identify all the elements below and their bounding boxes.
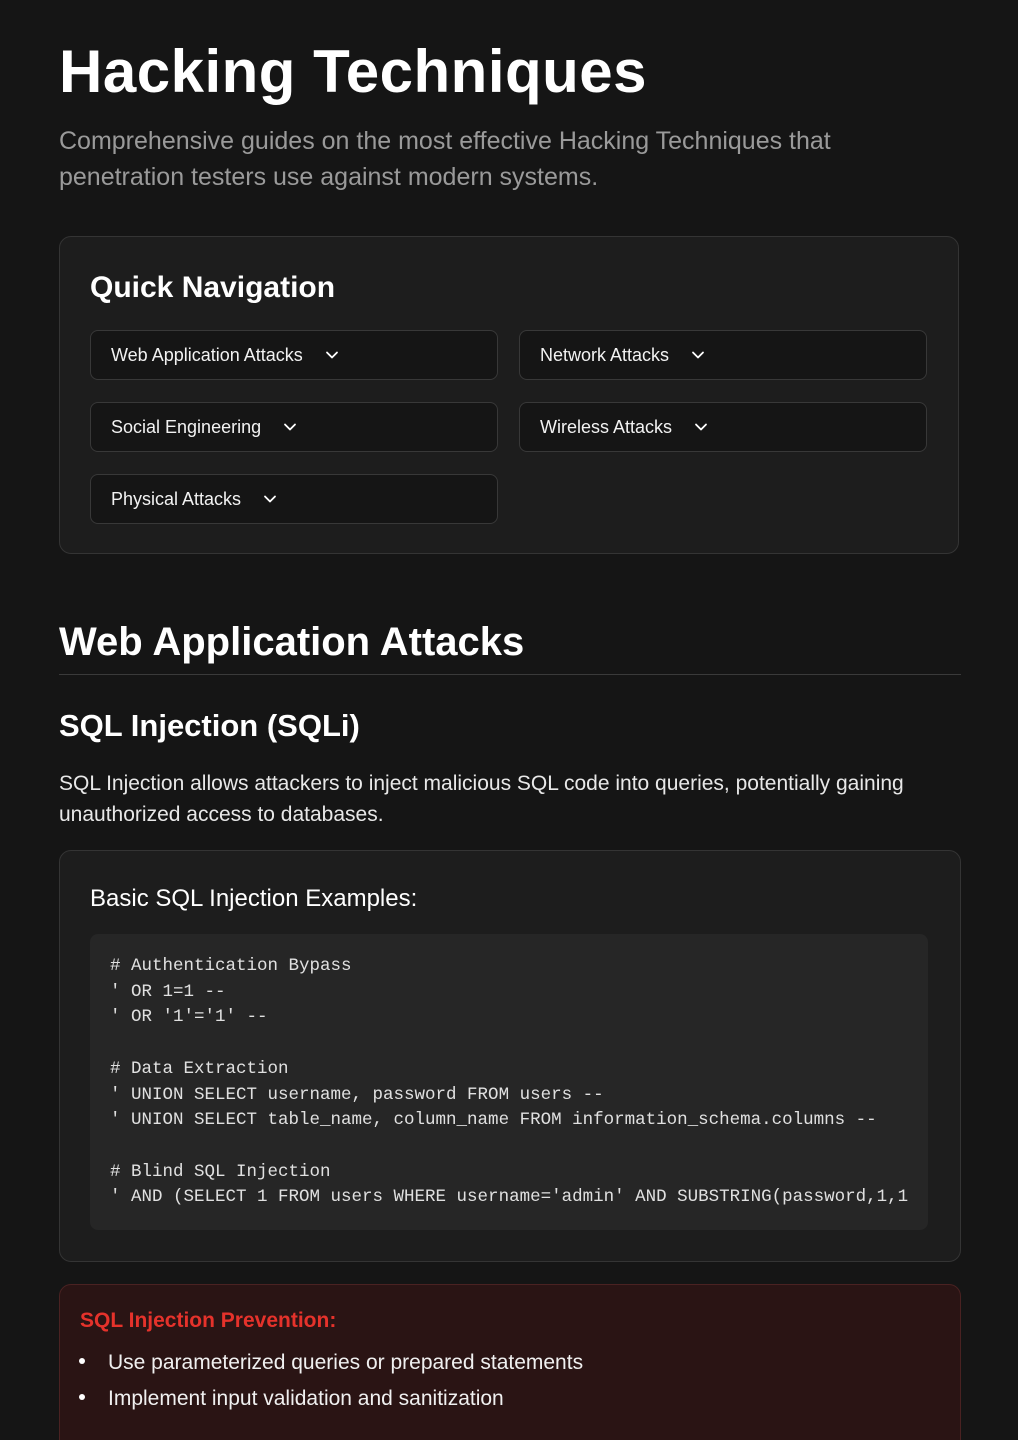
nav-button-label: Wireless Attacks	[540, 416, 673, 437]
nav-wireless-attacks-button[interactable]: Wireless Attacks	[519, 402, 927, 452]
code-block[interactable]: # Authentication Bypass ' OR 1=1 -- ' OR…	[90, 934, 928, 1230]
prevention-title: SQL Injection Prevention:	[80, 1309, 337, 1332]
bullet-icon	[79, 1394, 85, 1401]
prevention-list-item: Implement input validation and sanitizat…	[79, 1384, 504, 1414]
nav-network-attacks-button[interactable]: Network Attacks	[519, 330, 927, 380]
example-title: Basic SQL Injection Examples:	[90, 885, 418, 912]
page-subtitle: Comprehensive guides on the most effecti…	[59, 127, 831, 191]
nav-button-label: Network Attacks	[540, 344, 670, 365]
nav-social-engineering-button[interactable]: Social Engineering	[90, 402, 498, 452]
chevron-down-icon	[325, 351, 338, 359]
chevron-down-icon	[692, 351, 704, 359]
section-description: SQL Injection allows attackers to inject…	[59, 772, 904, 826]
chevron-down-icon	[264, 495, 276, 503]
section-title: Web Application Attacks	[59, 620, 525, 664]
subsection-title: SQL Injection (SQLi)	[59, 708, 360, 743]
prevention-item-text: Implement input validation and sanitizat…	[108, 1387, 504, 1410]
code-line: ' AND (SELECT 1 FROM users WHERE usernam…	[110, 1187, 909, 1207]
section-divider	[59, 674, 961, 675]
code-line: # Blind SQL Injection	[110, 1162, 331, 1182]
chevron-down-icon	[695, 423, 707, 431]
prevention-item-text: Use parameterized queries or prepared st…	[108, 1351, 584, 1374]
nav-physical-attacks-button[interactable]: Physical Attacks	[90, 474, 498, 524]
code-line: # Authentication Bypass	[110, 956, 352, 976]
quick-navigation-title: Quick Navigation	[90, 271, 336, 304]
code-line: ' UNION SELECT username, password FROM u…	[110, 1085, 604, 1105]
bullet-icon	[79, 1358, 85, 1365]
prevention-list-item: Use parameterized queries or prepared st…	[79, 1348, 583, 1378]
nav-button-label: Physical Attacks	[111, 488, 242, 509]
code-line: ' UNION SELECT table_name, column_name F…	[110, 1110, 877, 1130]
nav-web-application-attacks-button[interactable]: Web Application Attacks	[90, 330, 498, 380]
code-line: ' OR 1=1 --	[110, 982, 226, 1002]
code-line: ' OR '1'='1' --	[110, 1007, 268, 1027]
chevron-down-icon	[284, 423, 297, 431]
nav-button-label: Web Application Attacks	[111, 344, 303, 365]
code-line: # Data Extraction	[110, 1059, 289, 1079]
nav-button-label: Social Engineering	[111, 416, 262, 437]
page-title: Hacking Techniques	[59, 38, 648, 105]
